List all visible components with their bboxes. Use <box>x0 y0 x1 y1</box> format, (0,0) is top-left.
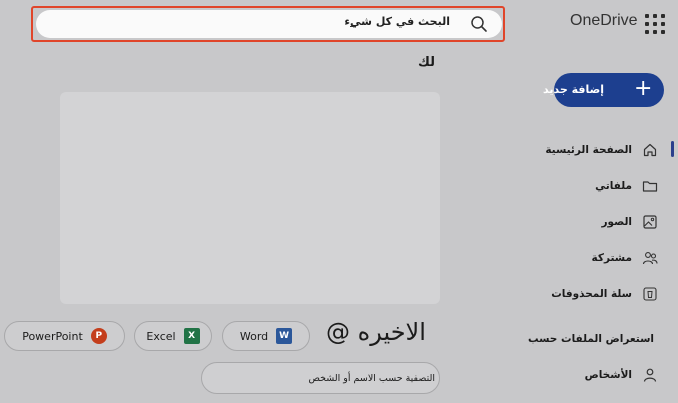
filter-word-button[interactable]: Word W <box>222 321 310 351</box>
word-icon: W <box>276 328 293 344</box>
sidebar-item-label: مشتركة <box>591 252 632 264</box>
sidebar-item-label: ملفاتي <box>595 180 632 192</box>
sidebar-item-label: الصور <box>601 216 632 228</box>
sidebar-item-people[interactable]: الأشخاص <box>585 365 658 385</box>
sidebar-item-shared[interactable]: مشتركة <box>592 248 658 268</box>
filter-powerpoint-button[interactable]: PowerPoint P <box>4 321 125 351</box>
image-icon <box>643 215 657 229</box>
text-caret <box>350 26 356 27</box>
excel-icon: X <box>183 328 200 344</box>
home-icon <box>643 143 657 157</box>
sidebar-item-photos[interactable]: الصور <box>601 212 658 232</box>
sidebar-item-label: الصفحة الرئيسية <box>545 144 632 156</box>
chip-label: PowerPoint <box>22 329 83 343</box>
recent-title: الاخيره @ <box>326 318 426 346</box>
sidebar-item-label: سلة المحذوفات <box>551 288 632 300</box>
search-icon[interactable] <box>470 15 488 33</box>
sidebar-item-recycle-bin[interactable]: سلة المحذوفات <box>551 284 658 304</box>
filter-placeholder: التصفية حسب الاسم أو الشخص <box>308 373 435 384</box>
sidebar-item-label: الأشخاص <box>584 369 632 381</box>
sidebar-item-home[interactable]: الصفحة الرئيسية <box>545 140 658 160</box>
for-you-card[interactable] <box>60 92 440 304</box>
search-placeholder: البحث في كل شيء <box>344 15 450 28</box>
sidebar-item-my-files[interactable]: ملفاتي <box>595 176 658 196</box>
app-launcher-icon[interactable] <box>645 14 665 34</box>
folder-icon <box>642 181 658 192</box>
chip-label: Word <box>239 329 269 343</box>
powerpoint-icon: P <box>90 328 107 344</box>
browse-files-by-label: استعراض الملفات حسب <box>528 333 654 345</box>
add-new-label: إضافة جديد <box>543 83 604 96</box>
app-brand[interactable]: OneDrive <box>570 12 638 30</box>
for-you-title: لك <box>418 55 435 70</box>
person-icon <box>643 368 657 382</box>
active-indicator <box>671 141 674 157</box>
people-icon <box>642 252 658 265</box>
filter-excel-button[interactable]: Excel X <box>134 321 212 351</box>
recycle-bin-icon <box>643 287 657 301</box>
plus-icon: + <box>634 76 653 101</box>
chip-label: Excel <box>146 329 176 343</box>
